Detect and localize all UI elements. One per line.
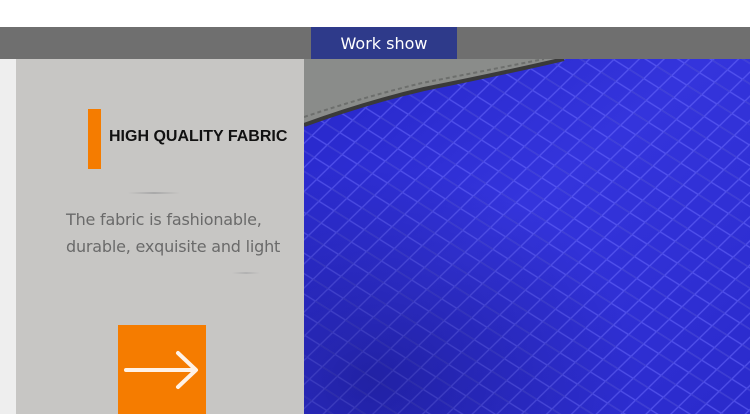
- accent-bar: [88, 109, 101, 169]
- fabric-closeup-image: [304, 59, 750, 414]
- description-line-1: The fabric is fashionable,: [66, 210, 262, 229]
- description-line-2: durable, exquisite and light: [66, 237, 281, 256]
- feature-description: The fabric is fashionable, durable, exqu…: [66, 206, 298, 260]
- right-arrow-icon: [124, 350, 198, 389]
- tab-work-show[interactable]: Work show: [311, 27, 457, 59]
- left-margin-strip: [0, 59, 16, 414]
- tab-label: Work show: [340, 33, 428, 53]
- fabric-texture: [304, 59, 750, 414]
- feature-title: HIGH QUALITY FABRIC: [109, 128, 288, 145]
- divider-line-small: [232, 272, 260, 274]
- next-arrow-button[interactable]: [118, 325, 206, 414]
- divider-line: [128, 192, 180, 194]
